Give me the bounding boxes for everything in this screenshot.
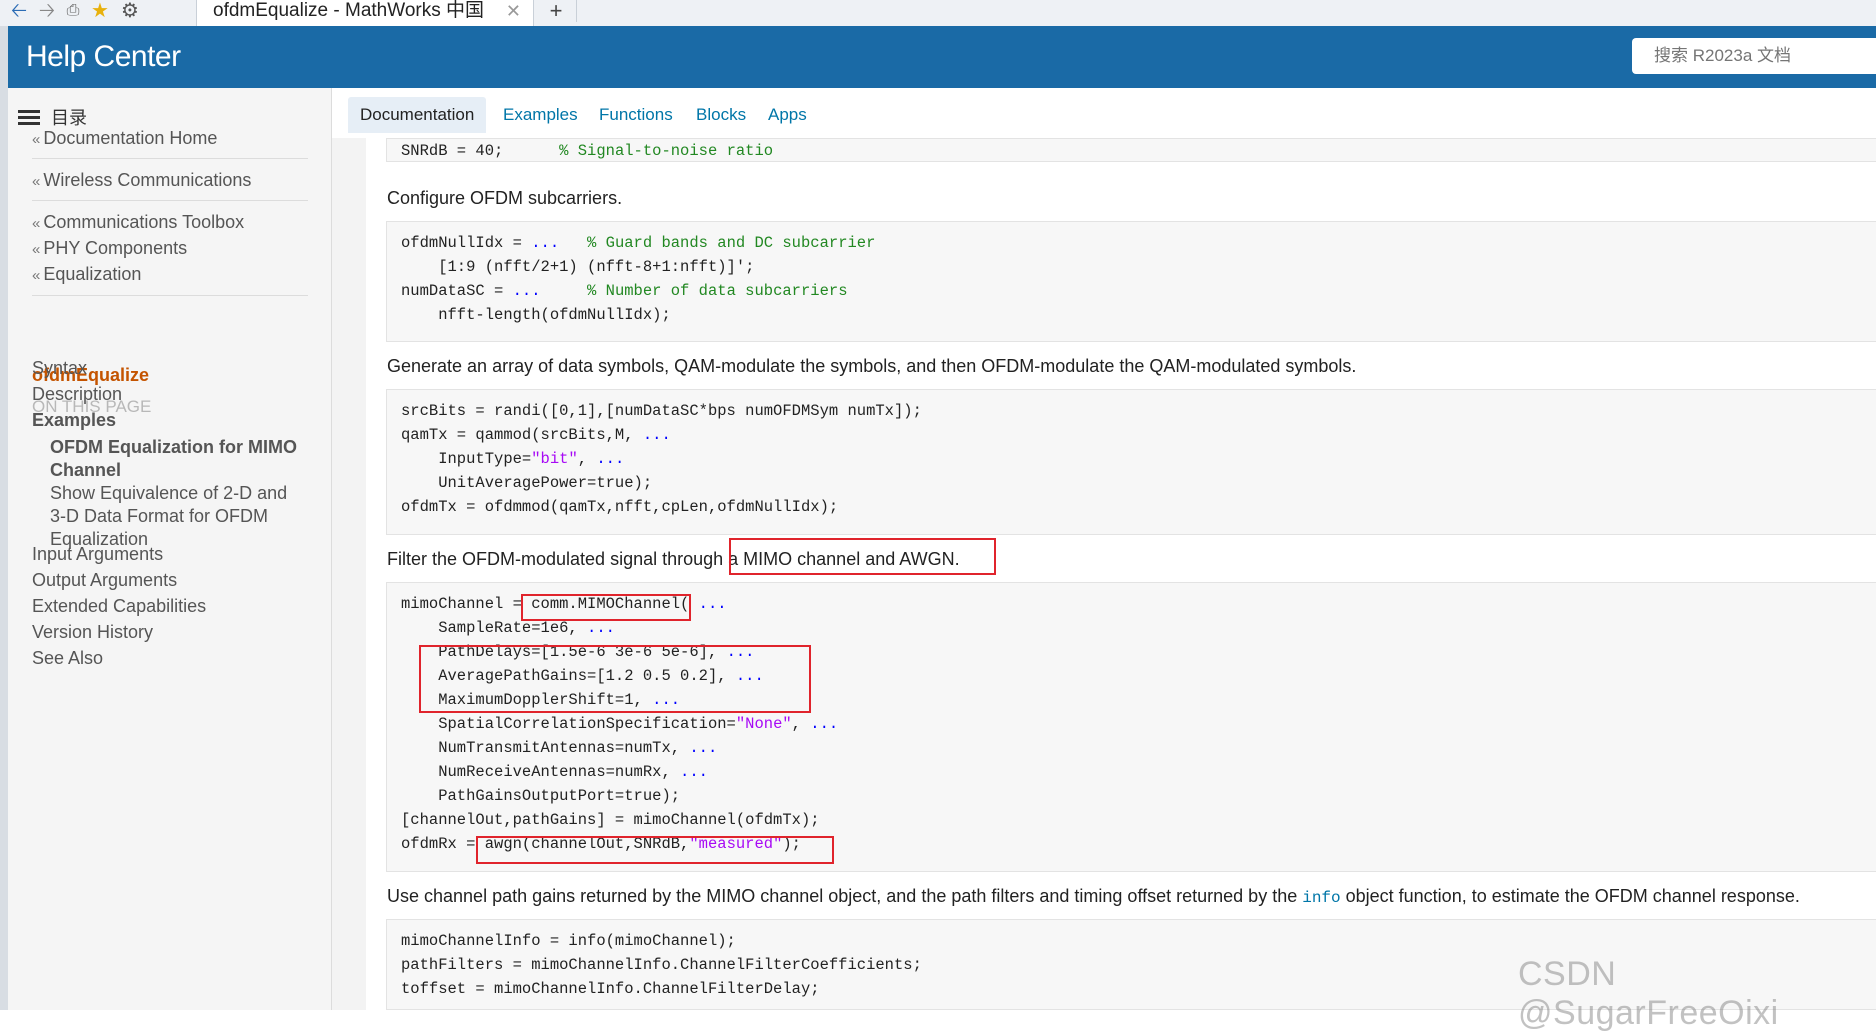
code-block-subcarriers[interactable]: ofdmNullIdx = ... % Guard bands and DC s… [386, 221, 1876, 342]
breadcrumb-documentation-home[interactable]: «Documentation Home [32, 128, 217, 149]
new-tab-button[interactable]: + [536, 0, 577, 22]
code-line: NumReceiveAntennas=numRx, ... [401, 763, 708, 781]
sidebar-item-see-also[interactable]: See Also [32, 648, 103, 669]
watermark: CSDN @SugarFreeOixi [1518, 955, 1779, 1032]
tab-apps[interactable]: Apps [768, 97, 807, 133]
chevron-left-icon: « [32, 241, 41, 258]
browser-tab[interactable]: ofdmEqualize - MathWorks 中国 ✕ [196, 0, 534, 26]
code-line: ofdmTx = ofdmmod(qamTx,nfft,cpLen,ofdmNu… [401, 498, 839, 516]
code-line: UnitAveragePower=true); [401, 474, 653, 492]
close-icon[interactable]: ✕ [506, 0, 521, 22]
chevron-left-icon: « [32, 267, 41, 284]
code-line: mimoChannelInfo = info(mimoChannel); [401, 932, 736, 950]
annotation-box [521, 594, 691, 621]
code-block-snr[interactable]: SNRdB = 40; % Signal-to-noise ratio [386, 138, 1876, 162]
tab-documentation[interactable]: Documentation [348, 97, 487, 133]
tab-blocks[interactable]: Blocks [696, 97, 746, 133]
code-line: InputType="bit", ... [401, 450, 625, 468]
breadcrumb-wireless-communications[interactable]: «Wireless Communications [32, 170, 251, 191]
help-center-logo[interactable]: Help Center [26, 40, 181, 74]
code-line: ofdmNullIdx = ... % Guard bands and DC s… [401, 234, 876, 252]
info-function-link[interactable]: info [1302, 889, 1340, 907]
code-line: nfft-length(ofdmNullIdx); [401, 306, 671, 324]
crumb-label: Equalization [43, 264, 142, 284]
star-icon[interactable]: ★ [88, 0, 112, 22]
breadcrumb-equalization[interactable]: «Equalization [32, 264, 141, 285]
tab-functions[interactable]: Functions [599, 97, 673, 133]
sidebar-item-ofdm-equalization-mimo[interactable]: OFDM Equalization for MIMO Channel [50, 436, 300, 482]
code-block-mimo-channel[interactable]: mimoChannel = comm.MIMOChannel( ... Samp… [386, 582, 1876, 872]
sidebar-item-version-history[interactable]: Version History [32, 622, 153, 643]
breadcrumb-communications-toolbox[interactable]: «Communications Toolbox [32, 212, 244, 233]
search-input[interactable] [1632, 38, 1876, 74]
crumb-label: Communications Toolbox [43, 212, 245, 232]
print-icon[interactable]: ⎙ [62, 0, 84, 22]
chevron-left-icon: « [32, 215, 41, 232]
sidebar-item-description[interactable]: Description [32, 384, 122, 405]
content-gutter [332, 138, 366, 1010]
code-block-modulation[interactable]: srcBits = randi([0,1],[numDataSC*bps num… [386, 389, 1876, 535]
annotation-box [419, 645, 811, 713]
browser-toolbar: 🡠 🡢 ⎙ ★ ⚙ ofdmEqualize - MathWorks 中国 ✕ … [0, 0, 1876, 27]
toc-toggle[interactable]: 目录 [18, 104, 87, 130]
gear-icon[interactable]: ⚙ [118, 0, 142, 22]
code-line: SNRdB = 40; % Signal-to-noise ratio [401, 142, 774, 160]
code-line: NumTransmitAntennas=numTx, ... [401, 739, 718, 757]
divider [32, 158, 308, 159]
breadcrumb-phy-components[interactable]: «PHY Components [32, 238, 187, 259]
code-line: numDataSC = ... % Number of data subcarr… [401, 282, 848, 300]
paragraph-generate-symbols: Generate an array of data symbols, QAM-m… [387, 356, 1357, 376]
sidebar-item-input-arguments[interactable]: Input Arguments [32, 544, 163, 565]
code-line: qamTx = qammod(srcBits,M, ... [401, 426, 671, 444]
code-line: PathGainsOutputPort=true); [401, 787, 681, 805]
divider [32, 295, 308, 296]
window-edge [0, 26, 8, 1010]
toc-label: 目录 [51, 108, 88, 128]
paragraph-estimate-response: Use channel path gains returned by the M… [387, 886, 1800, 907]
annotation-box [476, 836, 834, 864]
crumb-label: Documentation Home [43, 128, 218, 148]
paragraph-configure-subcarriers: Configure OFDM subcarriers. [387, 188, 623, 208]
tab-examples[interactable]: Examples [503, 97, 578, 133]
sidebar-item-output-arguments[interactable]: Output Arguments [32, 570, 177, 591]
hamburger-icon [18, 107, 40, 128]
back-icon[interactable]: 🡠 [8, 0, 30, 22]
tab-title: ofdmEqualize - MathWorks 中国 [213, 0, 485, 21]
sidebar: 目录 «Documentation Home «Wireless Communi… [8, 88, 332, 1010]
sidebar-item-show-equivalence[interactable]: Show Equivalence of 2-D and 3-D Data For… [50, 482, 300, 551]
code-line: SpatialCorrelationSpecification="None", … [401, 715, 839, 733]
site-header: Help Center [8, 26, 1876, 88]
crumb-label: Wireless Communications [43, 170, 252, 190]
sidebar-item-examples[interactable]: Examples [32, 410, 116, 431]
crumb-label: PHY Components [43, 238, 188, 258]
sidebar-item-syntax[interactable]: Syntax [32, 358, 87, 379]
code-line: srcBits = randi([0,1],[numDataSC*bps num… [401, 402, 922, 420]
divider [32, 200, 308, 201]
code-line: [1:9 (nfft/2+1) (nfft-8+1:nfft)]'; [401, 258, 755, 276]
forward-icon[interactable]: 🡢 [36, 0, 58, 22]
code-line: [channelOut,pathGains] = mimoChannel(ofd… [401, 811, 820, 829]
chevron-left-icon: « [32, 173, 41, 190]
sidebar-item-extended-capabilities[interactable]: Extended Capabilities [32, 596, 206, 617]
chevron-left-icon: « [32, 131, 41, 148]
annotation-box [729, 538, 996, 575]
